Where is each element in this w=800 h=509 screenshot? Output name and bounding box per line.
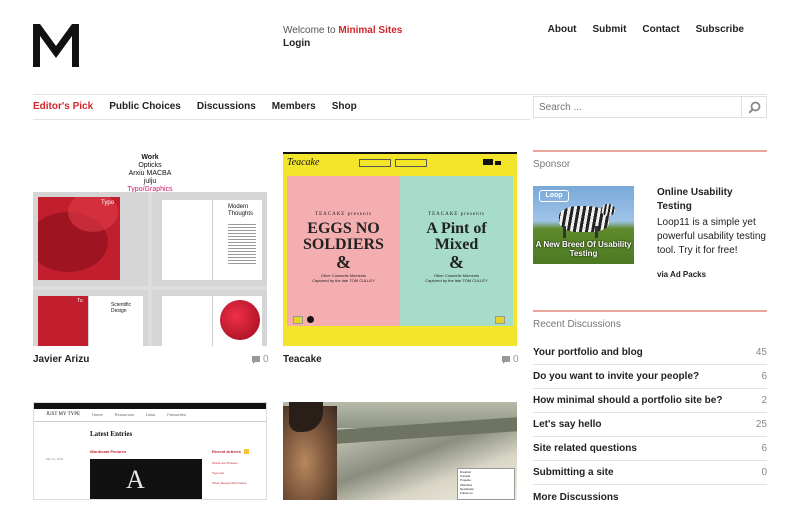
- discussion-item[interactable]: Site related questions 6: [533, 437, 767, 461]
- discussion-title[interactable]: Your portfolio and blog: [533, 347, 643, 358]
- preview-panel-label: Modern Thoughts: [228, 204, 254, 217]
- preview-ampersand: &: [449, 252, 464, 272]
- welcome-message: Welcome to Minimal Sites Login: [283, 24, 402, 50]
- discussion-title[interactable]: More Discussions: [533, 492, 619, 503]
- preview-tab: Resources: [114, 412, 134, 417]
- preview-side-heading: Recent Articles: [212, 449, 241, 454]
- preview-menu-line: julju: [143, 178, 157, 185]
- site-thumbnail-just-my-type[interactable]: JUST MY TYPE Home Resources Links Favour…: [33, 402, 267, 500]
- comment-icon: [502, 355, 510, 364]
- preview-kicker: TEACAKE presents: [315, 212, 372, 217]
- preview-menu-item: Follow us: [460, 491, 473, 496]
- discussion-title[interactable]: Let's say hello: [533, 419, 602, 430]
- sponsor-ad-body: Loop11 is a simple yet powerful usabilit…: [657, 217, 766, 256]
- login-link[interactable]: Login: [283, 37, 402, 50]
- discussion-title[interactable]: Site related questions: [533, 443, 637, 454]
- preview-kicker: TEACAKE presents: [428, 212, 485, 217]
- preview-panel-label: Tu: [77, 298, 83, 304]
- discussion-item[interactable]: How minimal should a portfolio site be? …: [533, 389, 767, 413]
- preview-headline: A Pint of Mixed: [426, 220, 487, 253]
- sponsor-divider: [533, 150, 767, 152]
- site-logo[interactable]: [33, 24, 79, 67]
- nav-submit[interactable]: Submit: [593, 24, 627, 35]
- more-discussions-link[interactable]: More Discussions: [533, 485, 767, 509]
- discussion-count: 6: [761, 443, 767, 454]
- discussion-item[interactable]: Submitting a site 0: [533, 461, 767, 485]
- comment-count[interactable]: 0: [502, 354, 519, 365]
- preview-menu-line: Opticks: [138, 162, 162, 169]
- comment-count-value: 0: [513, 354, 519, 365]
- brand-link[interactable]: Minimal Sites: [338, 25, 402, 36]
- discussions-divider: [533, 310, 767, 312]
- site-title-javier-arizu[interactable]: Javier Arizu: [33, 354, 89, 365]
- search-button[interactable]: [741, 97, 766, 117]
- preview-panel-label: Typo: [101, 200, 115, 206]
- discussion-title[interactable]: How minimal should a portfolio site be?: [533, 395, 722, 406]
- preview-tab: Favourites: [167, 412, 186, 417]
- top-navigation: About Submit Contact Subscribe: [548, 24, 744, 35]
- sponsor-via-link[interactable]: via Ad Packs: [657, 270, 706, 279]
- discussion-count: 2: [761, 395, 767, 406]
- discussion-count: 6: [761, 371, 767, 382]
- comment-icon: [252, 355, 260, 364]
- sponsor-ad-title[interactable]: Online Usability Testing: [657, 186, 769, 214]
- nav-contact[interactable]: Contact: [642, 24, 679, 35]
- preview-tab: Links: [145, 412, 156, 417]
- nav-bottom-divider: [33, 119, 530, 120]
- nav-subscribe[interactable]: Subscribe: [696, 24, 744, 35]
- discussion-item[interactable]: Your portfolio and blog 45: [533, 341, 767, 365]
- preview-brand: JUST MY TYPE: [46, 412, 81, 417]
- site-thumbnail-teacake[interactable]: Teacake TEACAKE presents EGGS NO SOLDIER…: [283, 152, 517, 346]
- sponsor-ad-image[interactable]: Loop A New Breed Of Usability Testing: [533, 186, 634, 264]
- site-thumbnail-javier-arizu[interactable]: Work Opticks Arxiu MACBA julju Typo/Grap…: [33, 152, 267, 346]
- preview-menu-line: Work: [141, 154, 159, 161]
- sponsor-brand: Loop: [539, 190, 569, 202]
- preview-tab: Home: [92, 412, 103, 417]
- nav-about[interactable]: About: [548, 24, 577, 35]
- discussion-item[interactable]: Let's say hello 25: [533, 413, 767, 437]
- preview-menu-line: Arxiu MACBA: [128, 170, 172, 177]
- sponsor-ad-text: Online Usability Testing Loop11 is a sim…: [657, 186, 769, 258]
- preview-logo: Teacake: [287, 157, 320, 168]
- comment-count[interactable]: 0: [252, 354, 269, 365]
- discussion-count: 25: [755, 419, 767, 430]
- site-thumbnail-photo[interactable]: Dreipfeil Kontakt Projekte Websites News…: [283, 402, 517, 500]
- main-navigation: Editor's Pick Public Choices Discussions…: [33, 101, 357, 112]
- sponsor-heading: Sponsor: [533, 159, 571, 170]
- preview-ampersand: &: [336, 252, 351, 272]
- preview-headline: EGGS NO SOLDIERS: [303, 220, 384, 253]
- preview-side-item: Words are Pictures: [212, 461, 238, 465]
- tab-shop[interactable]: Shop: [332, 101, 357, 112]
- comment-count-value: 0: [263, 354, 269, 365]
- discussion-count: 45: [755, 347, 767, 358]
- search-icon: [747, 101, 760, 114]
- discussion-title[interactable]: Submitting a site: [533, 467, 614, 478]
- tab-members[interactable]: Members: [272, 101, 316, 112]
- site-title-teacake[interactable]: Teacake: [283, 354, 322, 365]
- preview-sub: Captured by the late TOM CULLEY: [312, 278, 375, 283]
- nav-top-divider: [33, 94, 767, 95]
- preview-post-date: Mar 11, 2011: [46, 457, 64, 461]
- tab-discussions[interactable]: Discussions: [197, 101, 256, 112]
- preview-sub: Captured by the late TOM CULLEY: [425, 278, 488, 283]
- discussions-heading: Recent Discussions: [533, 319, 621, 330]
- preview-post-title: Wordicam Pictures: [90, 449, 127, 454]
- preview-panel-label: Scientific Design: [111, 302, 132, 314]
- preview-side-item: Other Stamps Who Cares: [212, 481, 247, 485]
- discussion-count: 0: [761, 467, 767, 478]
- search-input[interactable]: [534, 97, 754, 117]
- tab-editors-pick[interactable]: Editor's Pick: [33, 101, 93, 112]
- preview-side-item: Type Cut: [212, 471, 225, 475]
- tab-public-choices[interactable]: Public Choices: [109, 101, 181, 112]
- preview-heading: Latest Entries: [90, 430, 133, 438]
- welcome-prefix: Welcome to: [283, 25, 336, 36]
- search-box: [533, 96, 767, 118]
- sponsor-image-caption: A New Breed Of Usability Testing: [535, 240, 632, 258]
- discussion-item[interactable]: Do you want to invite your people? 6: [533, 365, 767, 389]
- discussion-title[interactable]: Do you want to invite your people?: [533, 371, 699, 382]
